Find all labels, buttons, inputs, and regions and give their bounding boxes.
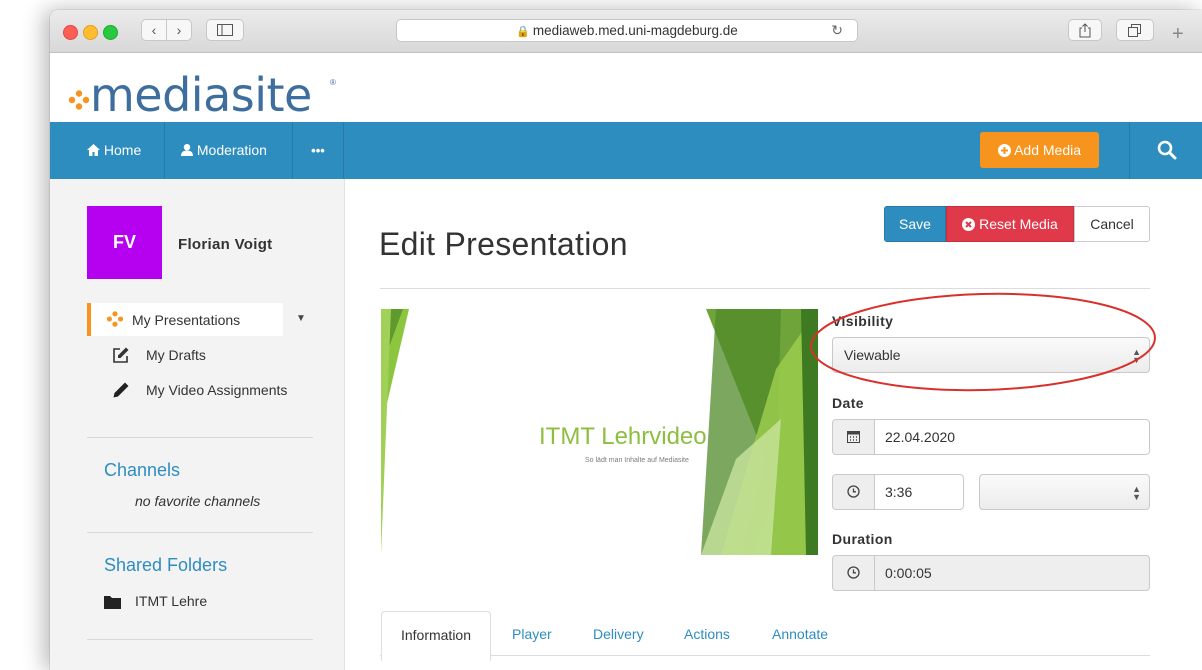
title-divider <box>380 288 1150 289</box>
add-media-label: Add Media <box>1014 142 1082 158</box>
show-tabs-button[interactable] <box>1116 19 1154 41</box>
tabs-icon <box>1128 24 1141 37</box>
share-button[interactable] <box>1068 19 1102 41</box>
presentation-thumbnail[interactable]: ITMT Lehrvideo So lädt man Inhalte auf M… <box>381 309 818 555</box>
reset-media-button[interactable]: Reset Media <box>946 206 1074 242</box>
sidebar-divider <box>87 532 313 533</box>
time-input-group: 3:36 <box>832 474 964 510</box>
sidebar-item-my-drafts[interactable]: My Drafts <box>146 347 206 363</box>
sidebar-item-my-video-assignments[interactable]: My Video Assignments <box>146 382 287 398</box>
sidebar-icon <box>217 24 233 36</box>
calendar-icon[interactable] <box>832 419 875 455</box>
forward-icon: › <box>176 22 182 38</box>
forward-button[interactable]: › <box>166 19 192 41</box>
tabs-divider <box>380 655 1150 656</box>
duration-input-group: 0:00:05 <box>832 555 1150 591</box>
clock-icon[interactable] <box>832 474 875 510</box>
share-icon <box>1079 23 1091 38</box>
sidebar: FV Florian Voigt My Presentations ▼ My D… <box>50 179 345 670</box>
shared-folders-heading[interactable]: Shared Folders <box>104 555 227 576</box>
address-bar[interactable]: 🔒 mediaweb.med.uni-magdeburg.de ↻ <box>396 19 858 42</box>
logo-text: mediasite <box>90 68 312 122</box>
caret-down-icon[interactable]: ▼ <box>296 313 306 324</box>
logo-dots-icon <box>68 90 90 110</box>
nav-moderation[interactable]: Moderation <box>165 122 293 179</box>
date-field[interactable]: 22.04.2020 <box>874 419 1150 455</box>
tab-actions[interactable]: Actions <box>684 626 730 642</box>
browser-window: ‹ › 🔒 mediaweb.med.uni-magdeburg.de ↻ + m… <box>50 10 1202 670</box>
nav-home[interactable]: Home <box>50 122 165 179</box>
logo-registered-mark: ® <box>330 78 336 87</box>
home-icon <box>87 144 100 156</box>
sidebar-item-my-presentations-label[interactable]: My Presentations <box>132 312 240 328</box>
back-icon: ‹ <box>151 22 157 38</box>
tab-player[interactable]: Player <box>512 626 552 642</box>
nav-moderation-label: Moderation <box>196 142 267 158</box>
channels-empty-note: no favorite channels <box>135 493 261 509</box>
thumbnail-title: ITMT Lehrvideo <box>539 423 707 450</box>
new-tab-icon[interactable]: + <box>1172 24 1184 44</box>
time-period-select[interactable]: ▲ ▼ <box>979 474 1150 510</box>
annotation-ellipse <box>810 292 1156 392</box>
mediasite-dots-icon <box>106 311 124 327</box>
channels-heading[interactable]: Channels <box>104 460 180 481</box>
avatar[interactable]: FV <box>87 206 162 279</box>
tab-information[interactable]: Information <box>381 611 491 661</box>
browser-toolbar: ‹ › 🔒 mediaweb.med.uni-magdeburg.de ↻ + <box>50 10 1202 53</box>
duration-field: 0:00:05 <box>874 555 1150 591</box>
sidebar-divider <box>87 639 313 640</box>
close-window-button[interactable] <box>63 25 78 40</box>
search-icon <box>1157 140 1176 160</box>
search-button[interactable] <box>1129 122 1202 179</box>
back-button[interactable]: ‹ <box>141 19 167 41</box>
user-icon <box>181 144 193 156</box>
pencil-icon <box>113 382 129 398</box>
date-input-group: 22.04.2020 <box>832 419 1150 455</box>
select-arrows-icon: ▲ ▼ <box>1132 484 1141 502</box>
sidebar-toggle-button[interactable] <box>206 19 244 41</box>
nav-more[interactable]: ••• <box>293 122 344 179</box>
folder-icon <box>104 596 121 609</box>
user-name[interactable]: Florian Voigt <box>178 236 272 253</box>
page-title: Edit Presentation <box>379 226 628 262</box>
save-button[interactable]: Save <box>884 206 946 242</box>
times-circle-icon <box>962 218 976 231</box>
add-media-button[interactable]: Add Media <box>980 132 1099 168</box>
shared-folder-itmt-lehre[interactable]: ITMT Lehre <box>135 593 207 609</box>
reset-media-label: Reset Media <box>979 216 1058 232</box>
minimize-window-button[interactable] <box>83 25 98 40</box>
reload-icon[interactable]: ↻ <box>831 20 843 41</box>
url-text: mediaweb.med.uni-magdeburg.de <box>532 23 738 38</box>
plus-circle-icon <box>997 144 1011 157</box>
tab-annotate[interactable]: Annotate <box>772 626 828 642</box>
nav-home-label: Home <box>103 142 142 158</box>
duration-label: Duration <box>832 531 893 547</box>
lock-icon: 🔒 <box>516 26 530 38</box>
zoom-window-button[interactable] <box>103 25 118 40</box>
edit-icon <box>113 347 129 363</box>
more-icon: ••• <box>311 143 325 158</box>
clock-icon <box>832 555 875 591</box>
main-navigation: Home Moderation ••• Add Media <box>50 122 1202 179</box>
cancel-button[interactable]: Cancel <box>1074 206 1150 242</box>
tab-delivery[interactable]: Delivery <box>593 626 644 642</box>
sidebar-divider <box>87 437 313 438</box>
time-field[interactable]: 3:36 <box>874 474 964 510</box>
thumbnail-subtitle: So lädt man Inhalte auf Mediasite <box>585 457 689 464</box>
